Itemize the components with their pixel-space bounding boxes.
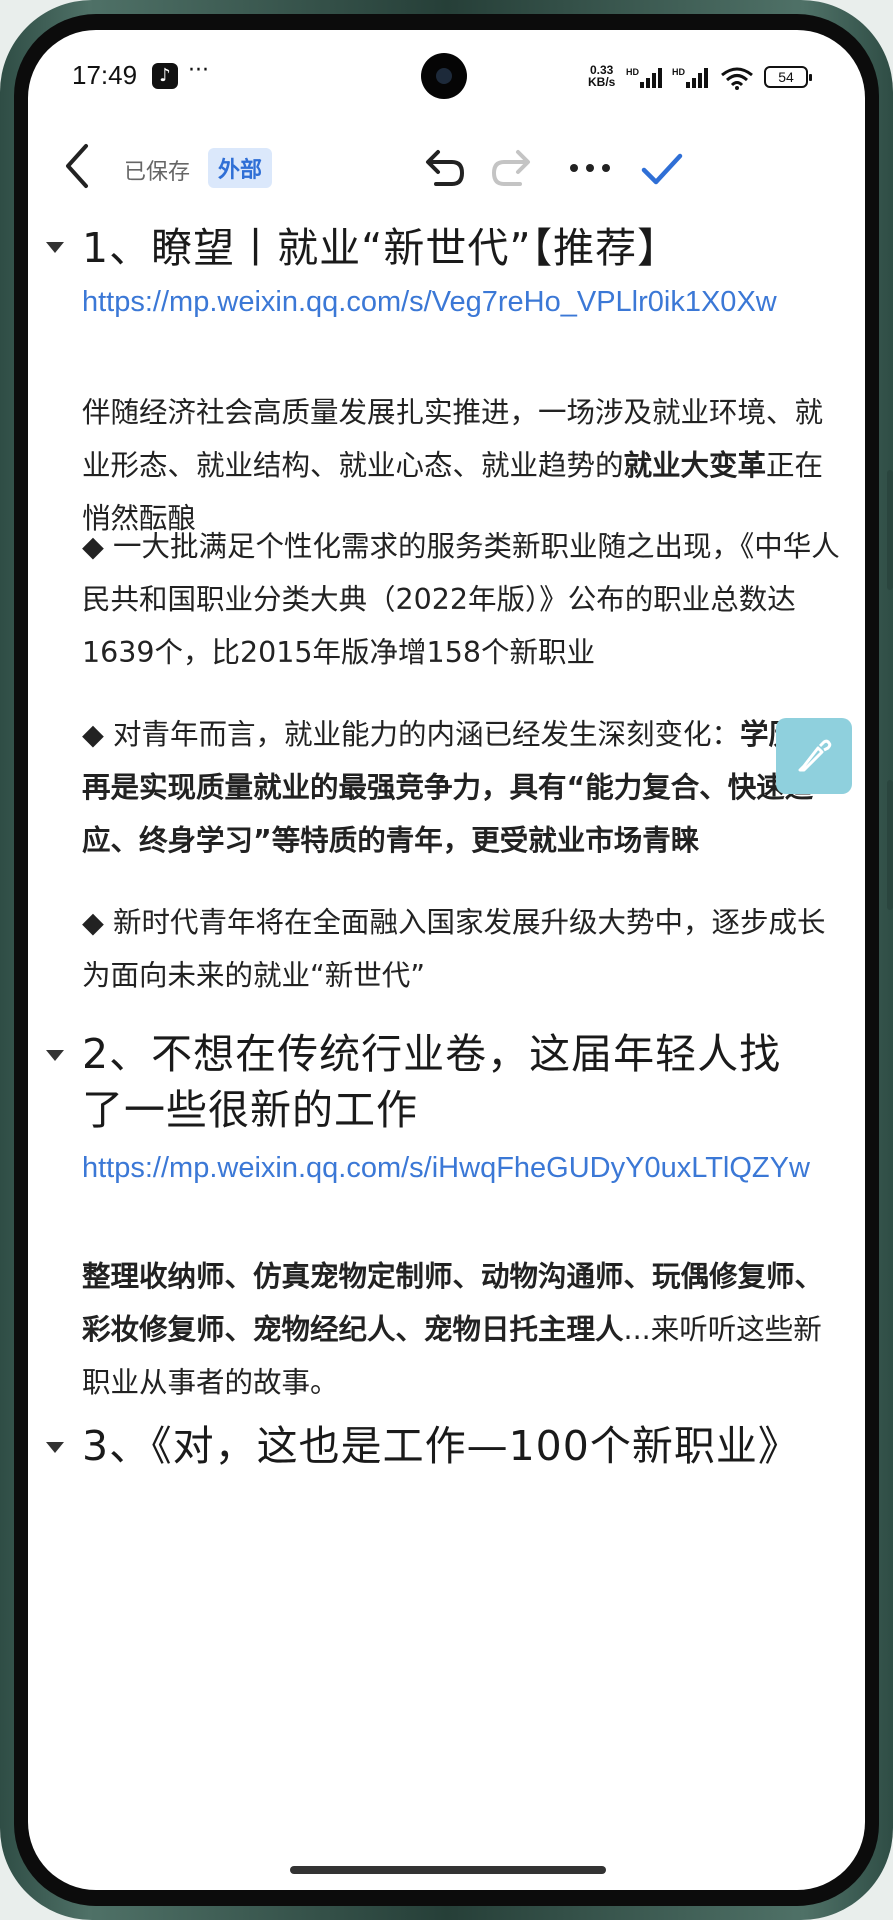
network-speed: 0.33 KB/s xyxy=(588,64,615,88)
section-2-paragraph-1: 整理收纳师、仿真宠物定制师、动物沟通师、玩偶修复师、彩妆修复师、宠物经纪人、宠物… xyxy=(82,1250,842,1409)
hd-label-2: HD xyxy=(672,67,685,77)
section-2-link[interactable]: https://mp.weixin.qq.com/s/iHwqFheGUDyY0… xyxy=(82,1142,842,1194)
status-more: ··· xyxy=(188,58,209,83)
battery-indicator: 54 xyxy=(764,66,812,88)
status-time: 17:49 xyxy=(72,60,138,90)
collapse-triangle-icon[interactable] xyxy=(46,242,64,253)
screen: 17:49 ♪ ··· 0.33 KB/s HD HD 54 已保存 外部 1、… xyxy=(28,30,865,1890)
home-indicator[interactable] xyxy=(290,1866,606,1874)
saved-status: 已保存 xyxy=(124,160,191,185)
section-1-heading: 1、瞭望丨就业“新世代”【推荐】 xyxy=(82,224,680,272)
undo-icon[interactable] xyxy=(414,140,470,196)
collapse-triangle-icon[interactable] xyxy=(46,1050,64,1061)
back-icon[interactable] xyxy=(58,142,98,190)
signal-2-icon: HD xyxy=(672,67,708,88)
editor-toolbar: 已保存 外部 xyxy=(28,130,865,210)
section-2-heading: 2、不想在传统行业卷，这届年轻人找了一些很新的工作 xyxy=(82,1030,782,1134)
signal-1-icon: HD xyxy=(626,67,662,88)
volume-button xyxy=(887,470,893,590)
paragraph-bold-text: 就业大变革 xyxy=(623,449,767,482)
section-3-heading: 3、《对，这也是工作—100个新职业》 xyxy=(82,1422,800,1470)
paragraph-text: ◆ 对青年而言，就业能力的内涵已经发生深刻变化： xyxy=(82,718,740,751)
more-icon[interactable] xyxy=(562,140,618,196)
power-button xyxy=(887,780,893,910)
tiktok-icon: ♪ xyxy=(152,63,178,89)
status-bar: 17:49 ♪ ··· 0.33 KB/s HD HD 54 xyxy=(28,30,865,120)
floating-pen-button[interactable] xyxy=(776,718,852,794)
section-1-paragraph-4: ◆ 新时代青年将在全面融入国家发展升级大势中，逐步成长为面向未来的就业“新世代” xyxy=(82,906,826,992)
wifi-icon xyxy=(721,67,753,90)
external-tag: 外部 xyxy=(208,148,273,188)
hd-label-1: HD xyxy=(626,67,639,77)
pen-icon xyxy=(798,739,832,772)
collapse-triangle-icon[interactable] xyxy=(46,1442,64,1453)
check-icon[interactable] xyxy=(634,140,690,196)
network-speed-unit: KB/s xyxy=(588,75,616,89)
section-1-paragraph-2: ◆ 一大批满足个性化需求的服务类新职业随之出现，《中华人民共和国职业分类大典（2… xyxy=(82,530,840,669)
phone-device: 17:49 ♪ ··· 0.33 KB/s HD HD 54 已保存 外部 1、… xyxy=(0,0,893,1920)
section-1-link[interactable]: https://mp.weixin.qq.com/s/Veg7reHo_VPLl… xyxy=(82,276,842,328)
redo-icon[interactable] xyxy=(486,140,542,196)
front-camera xyxy=(421,53,467,99)
section-1-paragraph-3: ◆ 对青年而言，就业能力的内涵已经发生深刻变化：学历不再是实现质量就业的最强竞争… xyxy=(82,708,842,867)
